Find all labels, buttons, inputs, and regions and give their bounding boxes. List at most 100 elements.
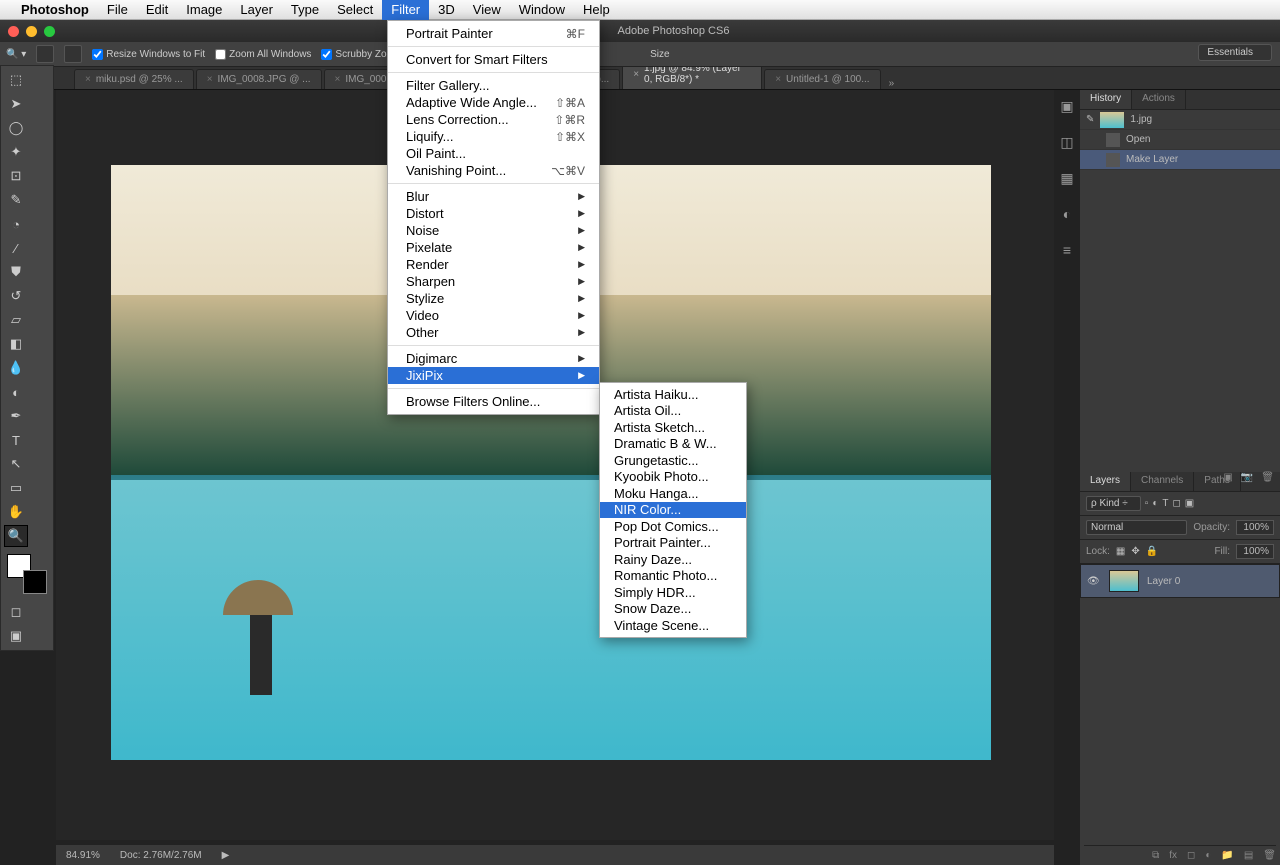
zoom-tool[interactable]: 🔍 [4,525,28,547]
menu-item-render[interactable]: Render [388,256,599,273]
zoom-in-icon[interactable] [36,45,54,63]
menu-item-lens-correction[interactable]: Lens Correction...⇧⌘R [388,111,599,128]
document-tab[interactable]: ×IMG_0008.JPG @ ... [196,69,322,89]
close-tab-icon[interactable]: × [335,74,341,85]
zoom-tool-icon[interactable]: 🔍 ▾ [6,49,26,60]
new-layer-icon[interactable]: ▤ [1244,850,1253,861]
info-arrow-icon[interactable]: ▶ [222,850,230,861]
screenmode-tool[interactable]: ▣ [4,625,28,647]
menu-window[interactable]: Window [510,0,574,20]
shape-tool[interactable]: ▭ [4,477,28,499]
heal-tool[interactable]: ◔ [4,213,28,235]
close-tab-icon[interactable]: × [85,74,91,85]
menu-view[interactable]: View [464,0,510,20]
document-tab[interactable]: ×miku.psd @ 25% ... [74,69,194,89]
submenu-item[interactable]: Simply HDR... [600,584,746,601]
menu-item-other[interactable]: Other [388,324,599,341]
color-swatches[interactable] [7,554,47,594]
new-snapshot-icon[interactable]: ▣ [1223,472,1232,483]
brush-tool[interactable]: ∕ [4,237,28,259]
properties-icon[interactable]: ≡ [1058,242,1076,260]
delete-icon[interactable]: 🗑 [1263,850,1276,861]
layer-name[interactable]: Layer 0 [1147,576,1180,587]
filter-shape-icon[interactable]: ◻ [1172,498,1180,509]
history-brush-tool[interactable]: ↺ [4,285,28,307]
camera-icon[interactable]: 📷 [1241,472,1253,483]
menu-item-filter-gallery[interactable]: Filter Gallery... [388,77,599,94]
fill-value[interactable]: 100% [1236,544,1274,559]
zoom-window[interactable] [44,26,55,37]
eraser-tool[interactable]: ▱ [4,309,28,331]
lock-pixels-icon[interactable]: ▦ [1116,546,1125,557]
eyedropper-tool[interactable]: ✎ [4,189,28,211]
submenu-item[interactable]: Rainy Daze... [600,551,746,568]
submenu-item[interactable]: Artista Haiku... [600,386,746,403]
blur-tool[interactable]: 💧 [4,357,28,379]
blend-mode-select[interactable]: Normal [1086,520,1187,535]
submenu-item[interactable]: Kyoobik Photo... [600,469,746,486]
layer-row[interactable]: 👁 Layer 0 [1080,564,1280,598]
workspace-switcher[interactable]: Essentials [1198,44,1272,61]
app-menu[interactable]: Photoshop [12,0,98,20]
menu-item-pixelate[interactable]: Pixelate [388,239,599,256]
menu-image[interactable]: Image [177,0,231,20]
submenu-item[interactable]: Grungetastic... [600,452,746,469]
submenu-item[interactable]: Vintage Scene... [600,617,746,634]
menu-item-vanishing-point[interactable]: Vanishing Point...⌥⌘V [388,162,599,179]
move-tool[interactable]: ⬚ [4,69,28,91]
submenu-item[interactable]: Snow Daze... [600,601,746,618]
submenu-item[interactable]: Dramatic B & W... [600,436,746,453]
menu-type[interactable]: Type [282,0,328,20]
menu-item-noise[interactable]: Noise [388,222,599,239]
submenu-item[interactable]: Moku Hanga... [600,485,746,502]
tab-overflow-icon[interactable]: » [883,78,901,89]
minimize-window[interactable] [26,26,37,37]
swatches-icon[interactable]: ◫ [1058,134,1076,152]
menu-item-adaptive-wide-angle[interactable]: Adaptive Wide Angle...⇧⌘A [388,94,599,111]
menu-item-stylize[interactable]: Stylize [388,290,599,307]
dodge-tool[interactable]: ◐ [4,381,28,403]
lock-position-icon[interactable]: ✥ [1131,546,1139,557]
path-tool[interactable]: ↖ [4,453,28,475]
menu-item-last-filter[interactable]: Portrait Painter⌘F [388,25,599,42]
adjustment-icon[interactable]: ◐ [1205,850,1211,861]
styles-icon[interactable]: ▦ [1058,170,1076,188]
channels-tab[interactable]: Channels [1131,472,1194,491]
quickmask-tool[interactable]: ◻ [4,601,28,623]
submenu-item[interactable]: Romantic Photo... [600,568,746,585]
menu-select[interactable]: Select [328,0,382,20]
filter-type-icon[interactable]: T [1162,498,1168,509]
menu-edit[interactable]: Edit [137,0,177,20]
opacity-value[interactable]: 100% [1236,520,1274,535]
group-icon[interactable]: 📁 [1221,850,1233,861]
mask-icon[interactable]: ◻ [1187,850,1195,861]
submenu-item-highlighted[interactable]: NIR Color... [600,502,746,519]
gradient-tool[interactable]: ◧ [4,333,28,355]
zoom-percent[interactable]: 84.91% [66,850,100,861]
layer-thumbnail[interactable] [1109,570,1139,592]
close-window[interactable] [8,26,19,37]
link-icon[interactable]: ⧉ [1152,850,1159,861]
doc-info[interactable]: Doc: 2.76M/2.76M [120,850,202,861]
layers-tab[interactable]: Layers [1080,472,1131,491]
close-tab-icon[interactable]: × [207,74,213,85]
submenu-item[interactable]: Pop Dot Comics... [600,518,746,535]
submenu-item[interactable]: Artista Oil... [600,403,746,420]
visibility-icon[interactable]: 👁 [1087,576,1101,587]
history-step[interactable]: Open [1080,130,1280,150]
menu-item-jixipix[interactable]: JixiPix [388,367,599,384]
menu-3d[interactable]: 3D [429,0,464,20]
layer-filter-kind[interactable]: ρ Kind ÷ [1086,496,1141,511]
filter-adj-icon[interactable]: ◐ [1152,498,1158,509]
menu-layer[interactable]: Layer [231,0,282,20]
history-tab[interactable]: History [1080,90,1132,109]
menu-filter[interactable]: Filter [382,0,429,20]
history-step-selected[interactable]: Make Layer [1080,150,1280,170]
submenu-item[interactable]: Portrait Painter... [600,535,746,552]
crop-tool[interactable]: ⊡ [4,165,28,187]
filter-smart-icon[interactable]: ▣ [1185,498,1194,509]
menu-item-video[interactable]: Video [388,307,599,324]
wand-tool[interactable]: ✦ [4,141,28,163]
submenu-item[interactable]: Artista Sketch... [600,419,746,436]
menu-item-browse-filters[interactable]: Browse Filters Online... [388,393,599,410]
